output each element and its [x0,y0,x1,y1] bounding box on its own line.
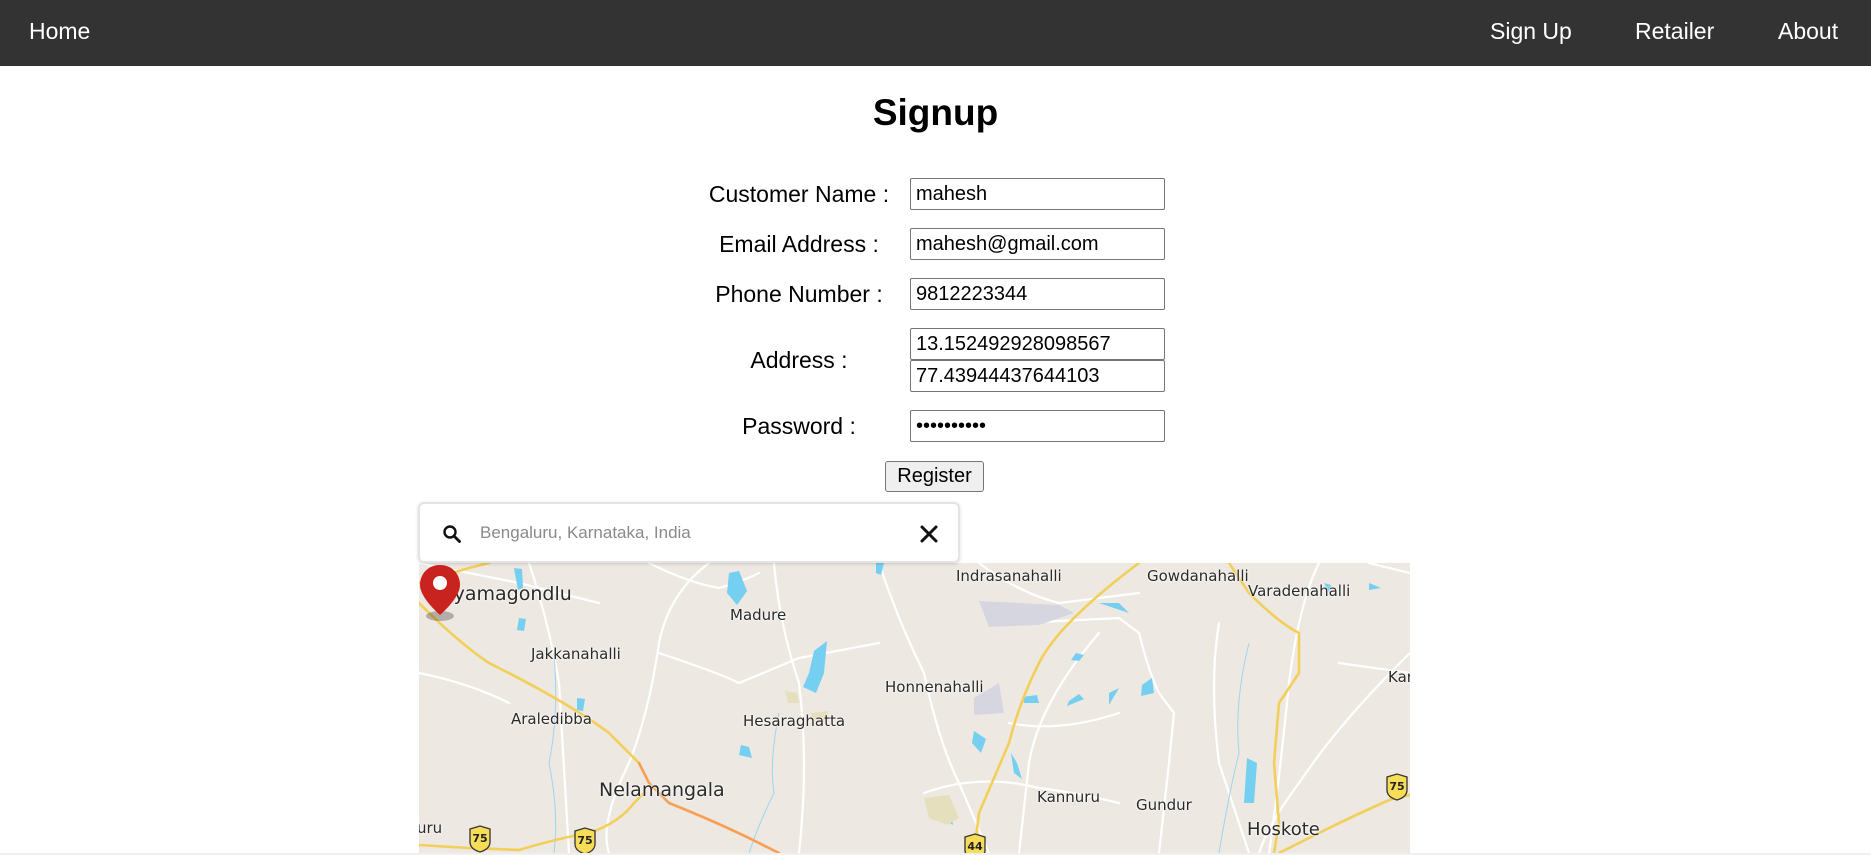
search-icon [443,525,461,543]
map-search-box [418,502,960,563]
highway-shield-icon: 44 [963,833,987,853]
phone-input[interactable] [910,278,1165,310]
map-place-label: Hoskote [1247,819,1320,840]
customer-name-label: Customer Name : [708,181,890,207]
map-place-label: Honnenahalli [885,678,984,696]
highway-shield-icon: 75 [468,825,492,853]
navbar: Home Sign Up Retailer About [0,0,1871,66]
highway-shield-icon: 75 [573,827,597,853]
highway-shield-icon: 75 [1385,773,1409,801]
address-latitude-input[interactable] [910,328,1165,360]
email-input[interactable] [910,228,1165,260]
map[interactable]: Tyamagondlu Madure Jakkanahalli Araledib… [419,563,1410,853]
map-place-label: Tyamagondlu [445,583,572,605]
close-icon[interactable] [919,524,939,544]
map-place-label: Varadenahalli [1248,582,1351,600]
nav-about-link[interactable]: About [1778,0,1838,66]
password-input[interactable] [910,410,1165,442]
nav-home-link[interactable]: Home [29,0,90,66]
location-marker-icon[interactable] [419,563,461,623]
map-place-label: Araledibba [511,710,592,728]
customer-name-input[interactable] [910,178,1165,210]
map-place-label: Gundur [1136,796,1192,814]
register-button[interactable]: Register [885,461,984,492]
map-search-input[interactable] [478,514,878,552]
map-place-label: Nelamangala [599,779,725,801]
map-place-label: Kannuru [1037,788,1100,806]
phone-label: Phone Number : [715,281,883,307]
map-place-label: Jakkanahalli [531,645,621,663]
map-place-label: Gowdanahalli [1147,567,1249,585]
map-place-label: Indrasanahalli [956,567,1062,585]
map-place-label: Hesaraghatta [743,712,846,730]
map-tiles [419,563,1410,853]
email-label: Email Address : [719,231,879,257]
map-place-label: uru [419,819,443,837]
map-place-label: Madure [730,606,787,624]
nav-retailer-link[interactable]: Retailer [1635,0,1714,66]
password-label: Password : [742,413,856,439]
map-place-label: Kar [1388,668,1410,686]
page-title: Signup [872,92,999,133]
address-label: Address : [750,347,848,373]
address-longitude-input[interactable] [910,360,1165,392]
nav-signup-link[interactable]: Sign Up [1490,0,1572,66]
